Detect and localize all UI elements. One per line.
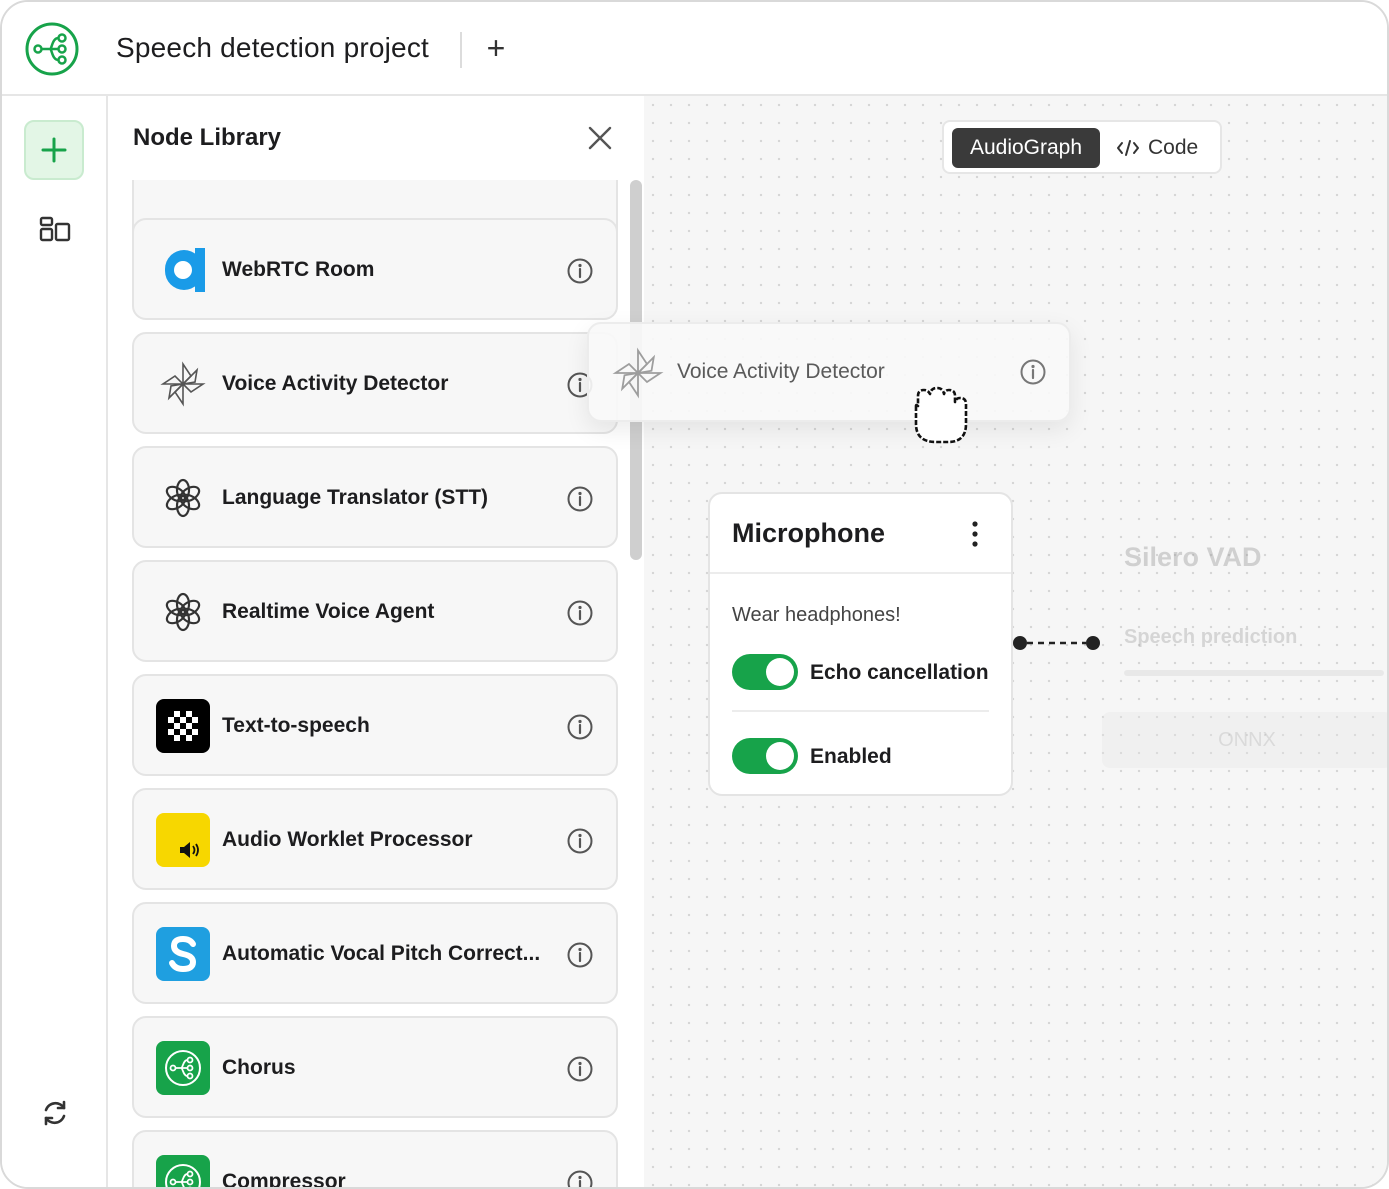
pinwheel-icon	[612, 347, 664, 399]
list-item[interactable]: Automatic Vocal Pitch Correct...	[132, 902, 618, 1004]
code-tab[interactable]: Code	[1116, 128, 1212, 168]
echo-cancellation-toggle[interactable]	[732, 654, 798, 690]
more-icon[interactable]	[968, 520, 982, 548]
node-label: Voice Activity Detector	[222, 372, 449, 395]
plus-icon	[41, 137, 67, 163]
openai-icon	[156, 471, 210, 525]
code-tab-label: Code	[1148, 136, 1199, 159]
enabled-toggle[interactable]	[732, 738, 798, 774]
view-toggle: AudioGraph Code	[942, 120, 1222, 174]
node-label: Automatic Vocal Pitch Correct...	[222, 942, 541, 965]
node-label: Audio Worklet Processor	[222, 828, 473, 851]
dragged-node-preview[interactable]: Voice Activity Detector	[587, 322, 1071, 422]
node-title: Silero VAD	[1124, 542, 1262, 572]
info-icon[interactable]	[566, 941, 594, 969]
list-item[interactable]: Voice Activity Detector	[132, 332, 618, 434]
webrtc-icon	[156, 243, 210, 297]
list-item[interactable]: Language Translator (STT)	[132, 446, 618, 548]
app-window: Speech detection project + Node Library	[0, 0, 1389, 1189]
app-logo-icon[interactable]	[24, 21, 80, 77]
list-item[interactable]: Text-to-speech	[132, 674, 618, 776]
list-item[interactable]: WebRTC Room	[132, 218, 618, 320]
openai-icon	[156, 585, 210, 639]
list-item[interactable]: Realtime Voice Agent	[132, 560, 618, 662]
s-logo-icon	[156, 927, 210, 981]
node-label: Chorus	[222, 1056, 296, 1079]
list-item[interactable]: Chorus	[132, 1016, 618, 1118]
output-label: Speech prediction	[1124, 626, 1298, 648]
node-label: Language Translator (STT)	[222, 486, 489, 509]
left-rail	[2, 96, 108, 1187]
info-icon[interactable]	[566, 827, 594, 855]
list-item[interactable]: Audio Worklet Processor	[132, 788, 618, 890]
prediction-bar	[1124, 670, 1384, 676]
info-icon[interactable]	[566, 713, 594, 741]
code-icon	[1117, 140, 1139, 156]
info-icon[interactable]	[566, 599, 594, 627]
node-label: Voice Activity Detector	[677, 360, 885, 383]
tts-icon	[156, 699, 210, 753]
node-label: Realtime Voice Agent	[222, 600, 435, 623]
microphone-node[interactable]: Microphone Wear headphones! Echo cancell…	[708, 492, 1013, 796]
node-label: Text-to-speech	[222, 714, 370, 737]
list-item[interactable]: Compressor	[132, 1130, 618, 1187]
edge-connector[interactable]	[1010, 630, 1110, 656]
node-title: Microphone	[732, 518, 885, 548]
node-library-panel: Node Library WebRTC Room Voice Activity …	[108, 96, 644, 1187]
graph-icon	[156, 1155, 210, 1187]
silero-vad-node[interactable]: Silero VAD Speech prediction ONNX	[1102, 512, 1387, 792]
audiograph-tab[interactable]: AudioGraph	[952, 128, 1100, 168]
onnx-button[interactable]: ONNX	[1102, 712, 1387, 768]
info-icon[interactable]	[566, 1055, 594, 1083]
grab-cursor-icon	[914, 386, 968, 444]
header-divider	[460, 32, 462, 68]
panel-title: Node Library	[133, 124, 282, 151]
node-label: Compressor	[222, 1170, 346, 1187]
top-bar: Speech detection project +	[2, 2, 1387, 96]
layout-icon[interactable]	[39, 216, 71, 242]
node-hint: Wear headphones!	[732, 604, 901, 626]
toggle-label: Enabled	[810, 745, 892, 768]
add-tab-button[interactable]: +	[480, 32, 512, 66]
close-icon[interactable]	[586, 124, 614, 152]
project-title[interactable]: Speech detection project	[116, 32, 429, 64]
info-icon[interactable]	[566, 257, 594, 285]
toggle-label: Echo cancellation	[810, 661, 989, 684]
node-label: WebRTC Room	[222, 258, 375, 281]
add-node-button[interactable]	[24, 120, 84, 180]
node-list[interactable]: WebRTC Room Voice Activity Detector Lang…	[108, 180, 644, 1187]
info-icon[interactable]	[566, 1169, 594, 1187]
pinwheel-icon	[156, 357, 210, 411]
speaker-icon	[156, 813, 210, 867]
refresh-icon[interactable]	[40, 1098, 70, 1128]
info-icon[interactable]	[1019, 358, 1047, 386]
divider	[732, 710, 989, 712]
info-icon[interactable]	[566, 485, 594, 513]
divider	[710, 572, 1011, 574]
graph-icon	[156, 1041, 210, 1095]
